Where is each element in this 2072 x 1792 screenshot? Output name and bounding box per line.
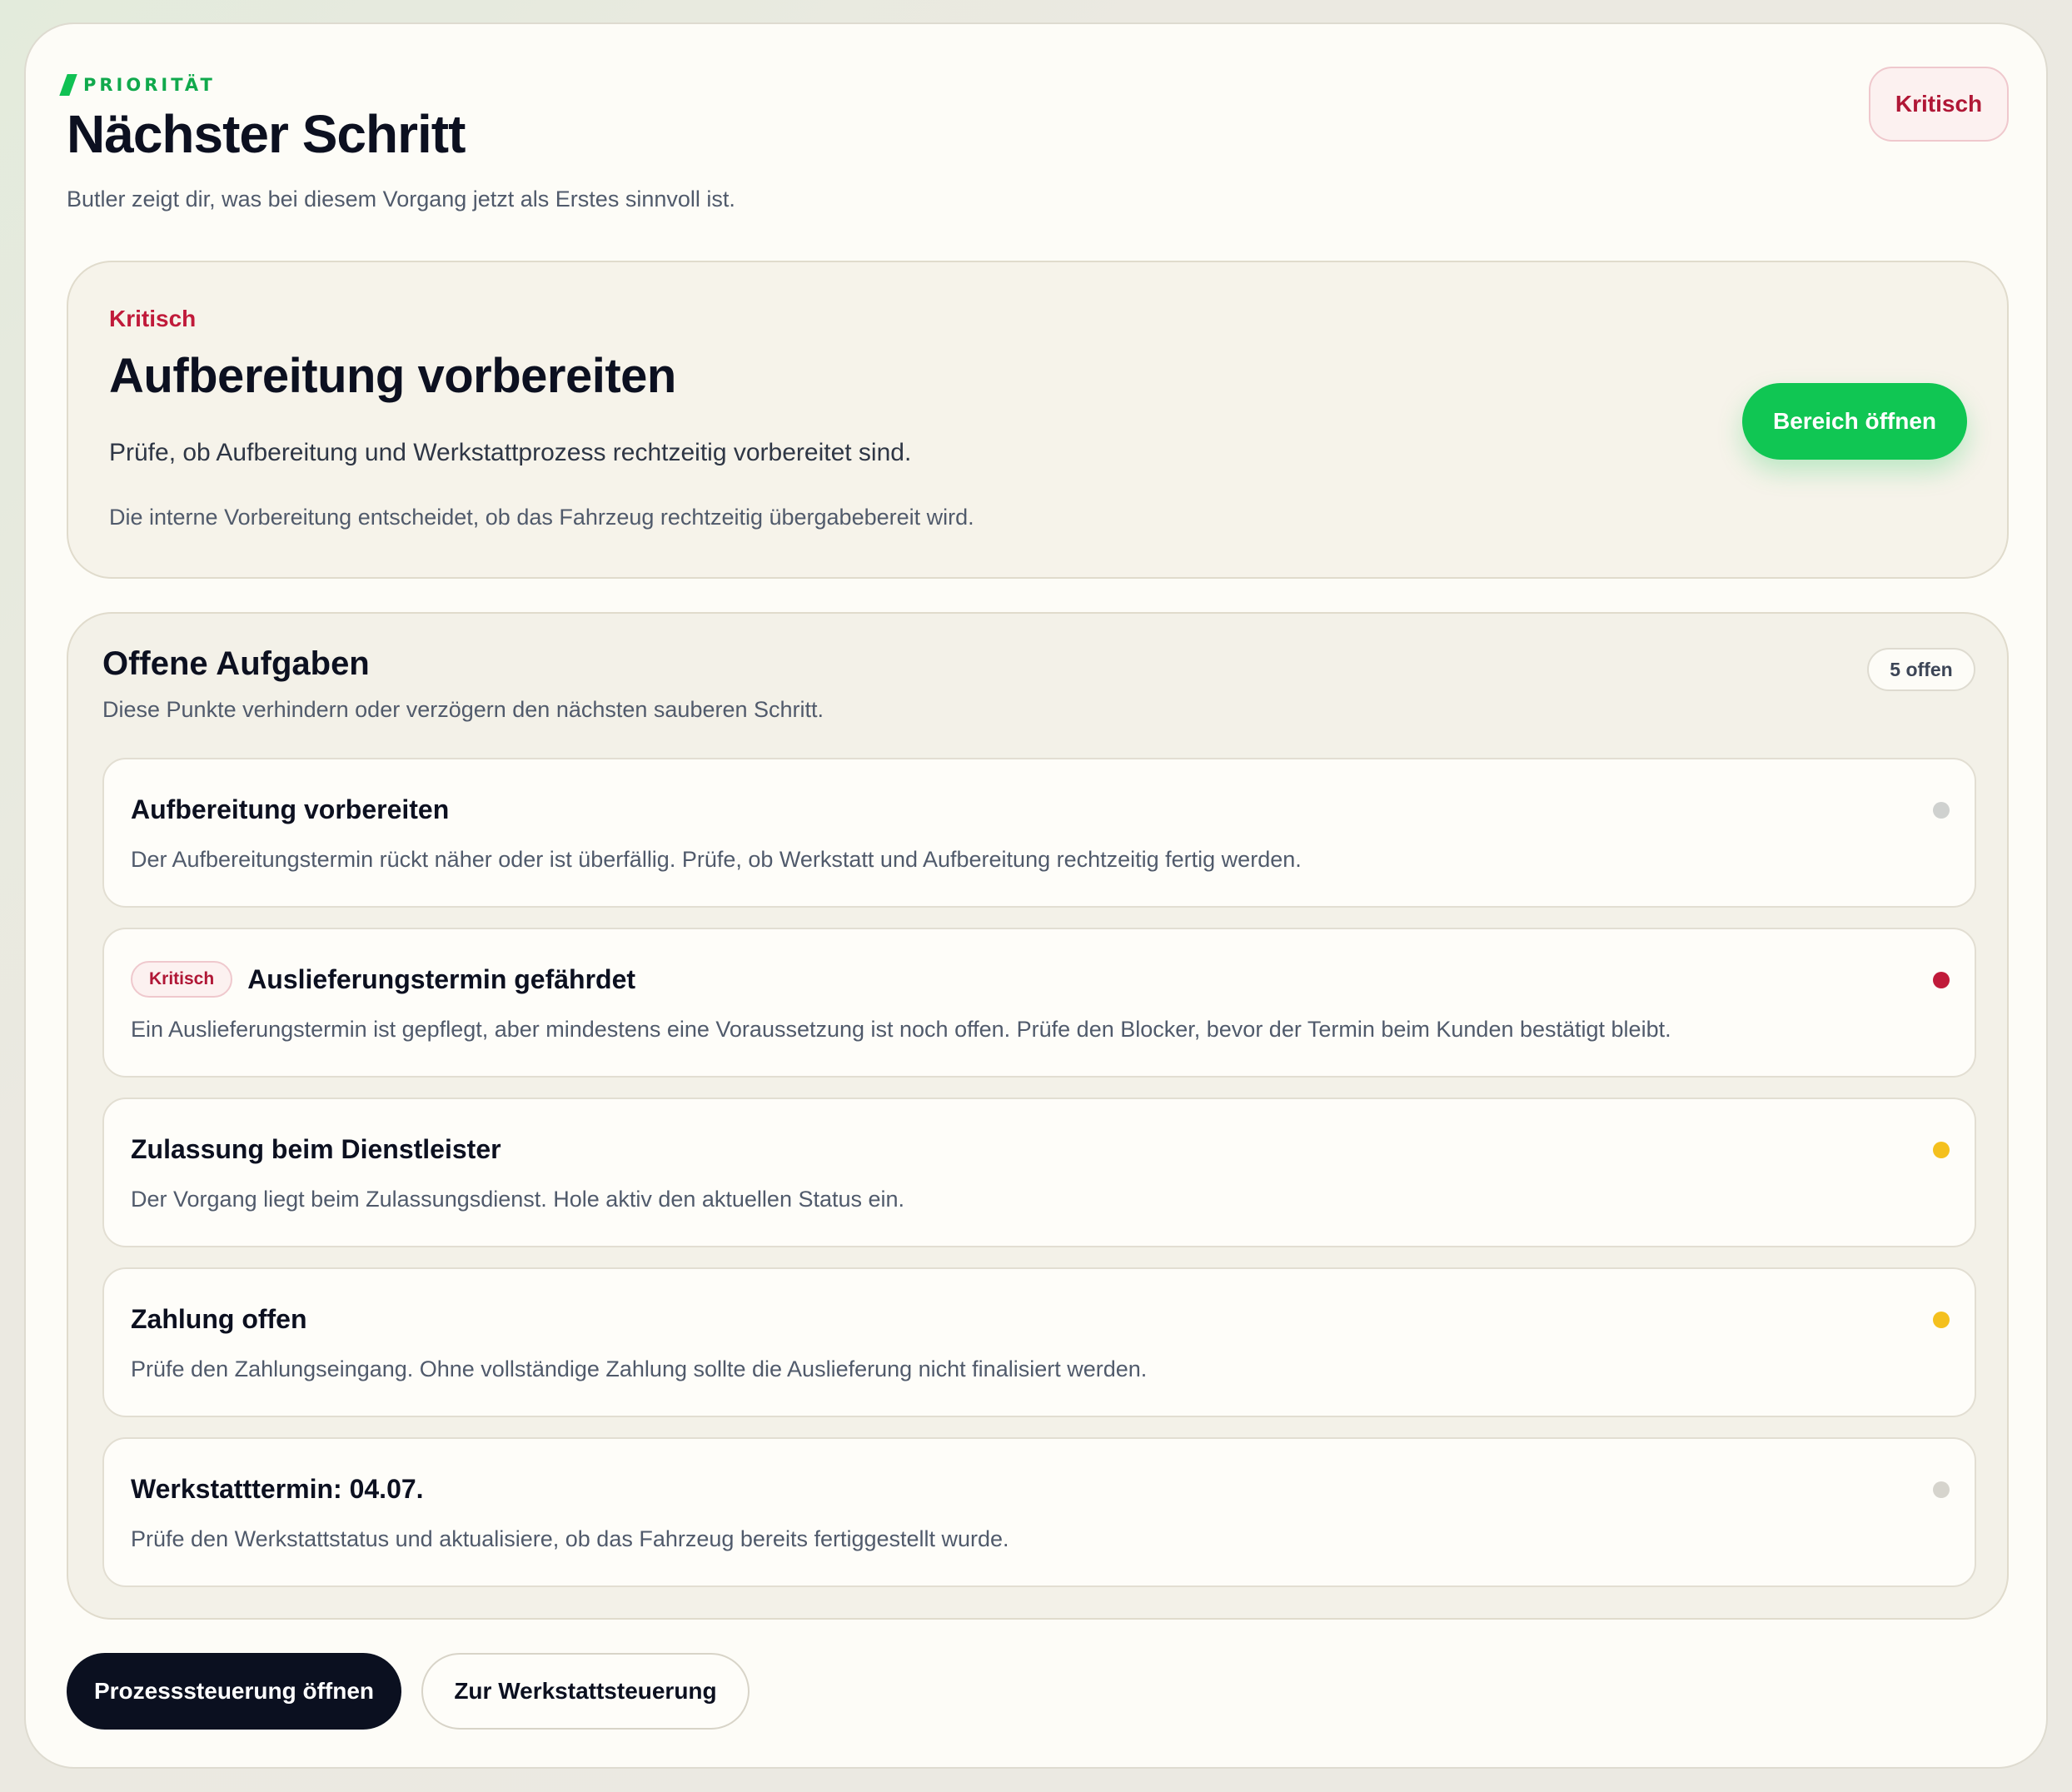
- status-dot-icon: [1933, 1481, 1950, 1498]
- priority-status-badge: Kritisch: [1869, 67, 2009, 142]
- critical-chip: Kritisch: [131, 961, 233, 998]
- open-process-control-button[interactable]: Prozesssteuerung öffnen: [67, 1653, 401, 1730]
- workshop-control-button[interactable]: Zur Werkstattsteuerung: [421, 1653, 750, 1730]
- task-description: Ein Auslieferungstermin ist gepflegt, ab…: [131, 1017, 1671, 1042]
- task-description: Prüfe den Werkstattstatus und aktualisie…: [131, 1526, 1009, 1551]
- hero-note: Die interne Vorbereitung entscheidet, ob…: [109, 505, 974, 530]
- eyebrow-label: PRIORITÄT: [83, 75, 216, 95]
- hero-severity: Kritisch: [109, 306, 197, 331]
- task-description: Prüfe den Zahlungseingang. Ohne vollstän…: [131, 1356, 1148, 1381]
- open-count-badge: 5 offen: [1867, 648, 1975, 691]
- hero-title: Aufbereitung vorbereiten: [109, 349, 676, 403]
- open-tasks-panel: Offene Aufgaben Diese Punkte verhindern …: [67, 612, 2009, 1620]
- task-description: Der Aufbereitungstermin rückt näher oder…: [131, 847, 1302, 872]
- page-subtitle: Butler zeigt dir, was bei diesem Vorgang…: [67, 187, 735, 212]
- task-item-auslieferung[interactable]: Kritisch Auslieferungstermin gefährdet E…: [102, 928, 1976, 1078]
- open-area-button[interactable]: Bereich öffnen: [1742, 383, 1967, 460]
- tasks-heading: Offene Aufgaben: [102, 645, 370, 682]
- tasks-subtitle: Diese Punkte verhindern oder verzögern d…: [102, 697, 824, 722]
- slash-icon: [59, 74, 77, 96]
- status-dot-icon: [1933, 802, 1950, 819]
- task-title: Auslieferungstermin gefährdet: [247, 963, 636, 994]
- priority-eyebrow: PRIORITÄT: [59, 73, 216, 97]
- next-step-hero: Kritisch Aufbereitung vorbereiten Prüfe,…: [67, 261, 2009, 579]
- status-dot-icon: [1933, 972, 1950, 988]
- task-title: Aufbereitung vorbereiten: [131, 794, 450, 824]
- task-item-werkstatt[interactable]: Werkstatttermin: 04.07. Prüfe den Werkst…: [102, 1437, 1976, 1587]
- task-item-zahlung[interactable]: Zahlung offen Prüfe den Zahlungseingang.…: [102, 1267, 1976, 1417]
- task-description: Der Vorgang liegt beim Zulassungsdienst.…: [131, 1187, 905, 1212]
- task-title: Werkstatttermin: 04.07.: [131, 1473, 424, 1504]
- task-item-aufbereitung[interactable]: Aufbereitung vorbereiten Der Aufbereitun…: [102, 758, 1976, 908]
- status-dot-icon: [1933, 1142, 1950, 1158]
- next-step-card: PRIORITÄT Nächster Schritt Butler zeigt …: [24, 22, 2048, 1769]
- task-item-zulassung[interactable]: Zulassung beim Dienstleister Der Vorgang…: [102, 1098, 1976, 1247]
- task-title: Zulassung beim Dienstleister: [131, 1133, 501, 1164]
- task-title: Zahlung offen: [131, 1303, 307, 1334]
- status-dot-icon: [1933, 1312, 1950, 1328]
- hero-description: Prüfe, ob Aufbereitung und Werkstattproz…: [109, 439, 912, 466]
- page-title: Nächster Schritt: [67, 104, 466, 164]
